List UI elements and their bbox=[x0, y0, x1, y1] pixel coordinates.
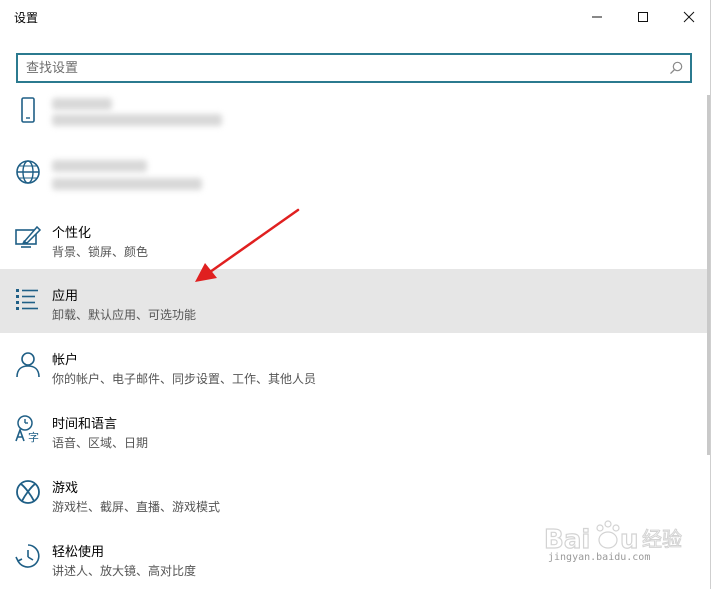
svg-text:Bai: Bai bbox=[544, 525, 590, 555]
settings-window: 设置 查找设置 个性化 背景、锁屏、颜色 应用 卸载、默认应用、可选功能 帐户 … bbox=[0, 0, 711, 589]
svg-text:经验: 经验 bbox=[642, 527, 682, 551]
annotation-arrow-icon bbox=[195, 208, 300, 282]
watermark-url: jingyan.baidu.com bbox=[548, 552, 651, 563]
baidu-watermark-logo: Bai u 经验 bbox=[543, 520, 683, 556]
svg-text:u: u bbox=[620, 525, 639, 555]
